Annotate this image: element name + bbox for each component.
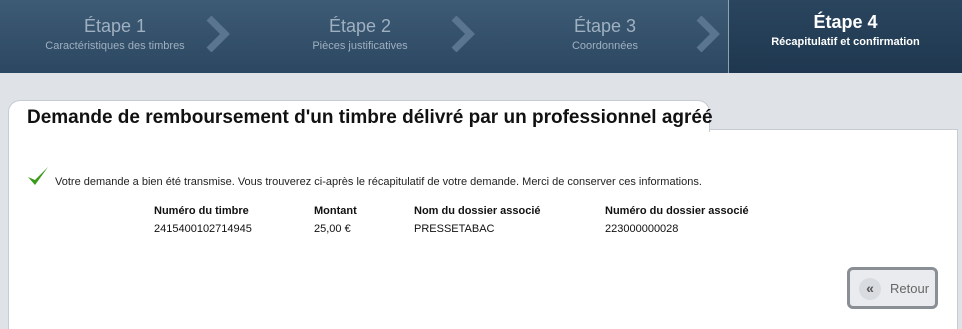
file-name-value: PRESSETABAC	[414, 223, 495, 235]
column-header: Numéro du dossier associé	[605, 205, 749, 217]
column-header: Montant	[314, 205, 357, 217]
summary-column-amount: Montant 25,00 €	[314, 205, 357, 237]
double-chevron-left-icon: «	[859, 278, 881, 300]
step-4-subtitle: Récapitulatif et confirmation	[771, 36, 920, 48]
summary-column-stamp-number: Numéro du timbre 2415400102714945	[154, 205, 252, 237]
step-progress-bar: Étape 1 Caractéristiques des timbres Éta…	[0, 0, 962, 73]
step-3-subtitle: Coordonnées	[571, 40, 639, 52]
summary-column-file-number: Numéro du dossier associé 223000000028	[605, 205, 749, 237]
confirmation-text: Votre demande a bien été transmise. Vous…	[55, 176, 702, 188]
step-4-active: Étape 4 Récapitulatif et confirmation	[728, 0, 962, 73]
step-4-title: Étape 4	[813, 12, 878, 32]
tab-joint	[9, 128, 709, 131]
step-2-subtitle: Pièces justificatives	[312, 40, 408, 52]
step-2: Étape 2 Pièces justificatives	[245, 0, 475, 73]
column-header: Numéro du timbre	[154, 205, 249, 217]
step-3-title: Étape 3	[573, 16, 637, 36]
column-header: Nom du dossier associé	[414, 205, 541, 217]
step-1: Étape 1 Caractéristiques des timbres	[0, 0, 230, 73]
page-title: Demande de remboursement d'un timbre dél…	[27, 107, 713, 128]
stamp-number-value: 2415400102714945	[154, 223, 252, 235]
file-number-value: 223000000028	[605, 223, 679, 235]
chevron-right-icon	[205, 16, 231, 52]
step-1-subtitle: Caractéristiques des timbres	[45, 40, 185, 52]
step-1-title: Étape 1	[83, 16, 147, 36]
back-button[interactable]: « Retour	[847, 267, 938, 309]
summary-column-file-name: Nom du dossier associé PRESSETABAC	[414, 205, 541, 237]
step-2-title: Étape 2	[328, 16, 392, 36]
amount-value: 25,00 €	[314, 223, 351, 235]
back-button-label: Retour	[890, 281, 930, 296]
chevron-right-icon	[450, 16, 476, 52]
check-icon	[26, 165, 50, 189]
chevron-right-icon	[695, 16, 721, 52]
step-3: Étape 3 Coordonnées	[490, 0, 720, 73]
